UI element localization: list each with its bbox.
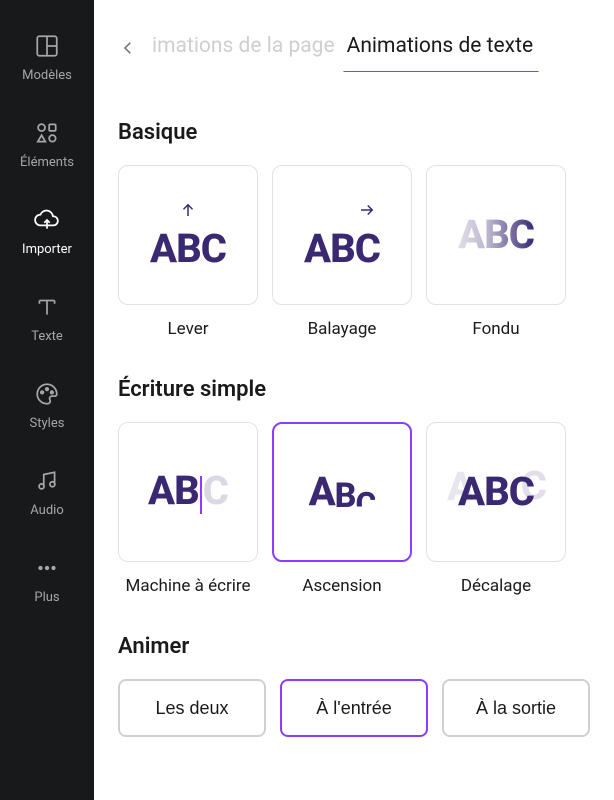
tabs: imations de la page Animations de texte <box>152 24 596 72</box>
card-row-basic: ABC Lever ABC Balayage ABC Fondu <box>118 165 590 339</box>
animate-enter-button[interactable]: À l'entrée <box>280 679 428 737</box>
section-title-animate: Animer <box>118 634 590 659</box>
main-panel: imations de la page Animations de texte … <box>94 0 614 800</box>
card-preview: ABC <box>118 165 258 305</box>
sidebar-item-styles[interactable]: Styles <box>0 362 94 449</box>
card-lever[interactable]: ABC Lever <box>118 165 258 339</box>
animate-exit-button[interactable]: À la sortie <box>442 679 590 737</box>
styles-icon <box>33 380 61 408</box>
sidebar-item-label: Importer <box>22 242 72 257</box>
sidebar-item-more[interactable]: Plus <box>0 536 94 623</box>
sidebar-item-elements[interactable]: Éléments <box>0 101 94 188</box>
card-label: Fondu <box>472 319 519 339</box>
card-label: Balayage <box>308 319 377 339</box>
card-preview: ACABC <box>426 422 566 562</box>
sidebar-item-label: Modèles <box>22 68 72 83</box>
arrow-right-icon <box>358 201 376 223</box>
preview-text: ABC <box>304 229 380 269</box>
sidebar-item-text[interactable]: Texte <box>0 275 94 362</box>
card-typewriter[interactable]: ABC Machine à écrire <box>118 422 258 596</box>
preview-text: ABC <box>309 472 376 512</box>
sidebar-item-label: Éléments <box>20 155 74 170</box>
preview-text: ABC <box>148 471 228 514</box>
card-balayage[interactable]: ABC Balayage <box>272 165 412 339</box>
card-ascension[interactable]: ABC Ascension <box>272 422 412 596</box>
section-title-basic: Basique <box>118 120 590 145</box>
content: Basique ABC Lever ABC Balayage <box>94 72 614 800</box>
sidebar: Modèles Éléments Importer Texte Styles A… <box>0 0 94 800</box>
sidebar-item-upload[interactable]: Importer <box>0 188 94 275</box>
card-label: Ascension <box>302 576 381 596</box>
sidebar-item-label: Texte <box>31 329 63 344</box>
preview-text: ABC <box>150 229 226 269</box>
sidebar-item-templates[interactable]: Modèles <box>0 14 94 101</box>
card-fondu[interactable]: ABC Fondu <box>426 165 566 339</box>
audio-icon <box>33 467 61 495</box>
sidebar-item-audio[interactable]: Audio <box>0 449 94 536</box>
more-icon <box>33 554 61 582</box>
back-button[interactable] <box>112 32 144 64</box>
sidebar-item-label: Audio <box>30 503 63 518</box>
arrow-up-icon <box>179 201 197 223</box>
sidebar-item-label: Plus <box>34 590 59 605</box>
section-title-simple-writing: Écriture simple <box>118 377 590 402</box>
preview-text: ACABC <box>458 472 534 512</box>
elements-icon <box>33 119 61 147</box>
animate-options-row: Les deux À l'entrée À la sortie <box>118 679 590 737</box>
card-label: Lever <box>168 319 209 339</box>
sidebar-item-label: Styles <box>30 416 65 431</box>
upload-icon <box>33 206 61 234</box>
card-preview: ABC <box>426 165 566 305</box>
preview-text: ABC <box>458 215 534 255</box>
card-preview: ABC <box>272 165 412 305</box>
card-decalage[interactable]: ACABC Décalage <box>426 422 566 596</box>
card-label: Machine à écrire <box>126 576 251 596</box>
typewriter-cursor <box>200 476 202 514</box>
tab-text-animations[interactable]: Animations de texte <box>341 24 539 72</box>
card-preview: ABC <box>118 422 258 562</box>
templates-icon <box>33 32 61 60</box>
text-icon <box>33 293 61 321</box>
card-row-simple-writing: ABC Machine à écrire ABC Ascension ACABC… <box>118 422 590 596</box>
card-label: Décalage <box>461 576 531 596</box>
tab-page-animations[interactable]: imations de la page <box>152 24 341 72</box>
animate-both-button[interactable]: Les deux <box>118 679 266 737</box>
card-preview: ABC <box>272 422 412 562</box>
tabs-row: imations de la page Animations de texte <box>94 0 614 72</box>
